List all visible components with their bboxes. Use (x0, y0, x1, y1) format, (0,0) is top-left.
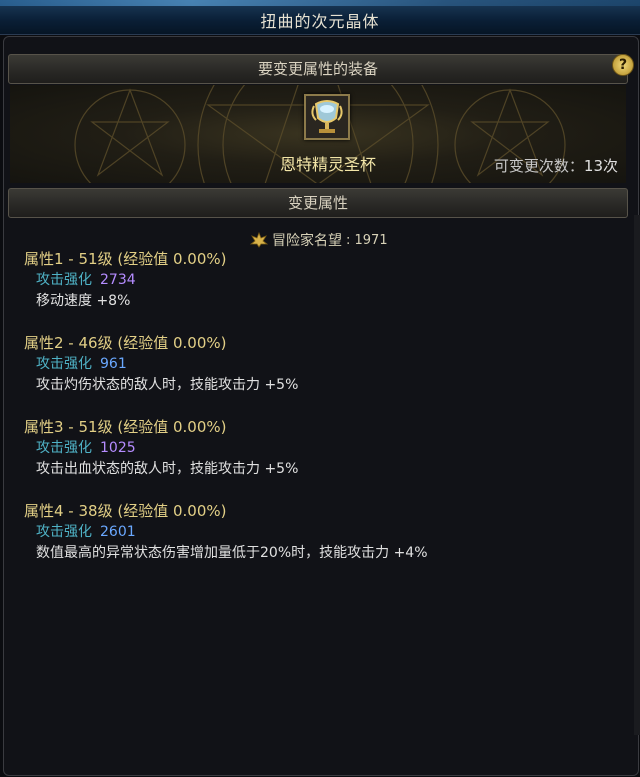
change-section-header: 变更属性 (8, 188, 628, 218)
change-count-colon: ： (568, 157, 584, 175)
item-name: 恩特精灵圣杯 (279, 155, 376, 174)
fame-label: 冒险家名望 (272, 233, 342, 249)
attack-boost-row: 攻击强化 1025 (24, 438, 298, 459)
fame-row: 冒险家名望 : 1971 (250, 230, 388, 250)
fame-value-wrap: : 1971 (346, 232, 388, 248)
attribute-title: 属性3 - 51级 (经验值 0.00%) (24, 418, 227, 436)
grail-icon (306, 96, 348, 138)
attribute-title: 属性2 - 46级 (经验值 0.00%) (24, 334, 227, 352)
attack-boost-label: 攻击强化 (36, 440, 92, 456)
help-icon[interactable]: ? (612, 54, 634, 76)
attack-boost-value: 2734 (100, 272, 136, 288)
attribute-effect: 移动速度 +8% (36, 293, 131, 309)
change-count-label: 可变更次数 (493, 157, 569, 175)
attribute-title: 属性1 - 51级 (经验值 0.00%) (24, 250, 227, 268)
attribute-title: 属性4 - 38级 (经验值 0.00%) (24, 502, 227, 520)
scrollbar[interactable] (634, 215, 640, 735)
attribute-4: 属性4 - 38级 (经验值 0.00%) 攻击强化 2601 数值最高的异常状态… (24, 500, 428, 564)
fame-value: 1971 (354, 232, 388, 248)
attribute-3: 属性3 - 51级 (经验值 0.00%) 攻击强化 1025 攻击出血状态的敌人… (24, 416, 298, 480)
attribute-1: 属性1 - 51级 (经验值 0.00%) 攻击强化 2734 移动速度 +8% (24, 248, 226, 312)
attack-boost-value: 2601 (100, 524, 136, 540)
attack-boost-value: 961 (100, 356, 127, 372)
attack-boost-row: 攻击强化 2601 (24, 522, 428, 543)
fame-emblem-icon (250, 232, 268, 248)
change-count-value: 13次 (583, 157, 618, 175)
equipment-slot[interactable] (304, 94, 350, 140)
equipment-display: 恩特精灵圣杯 可变更次数：13次 (10, 85, 626, 183)
titlebar-glow (0, 0, 640, 6)
window-title: 扭曲的次元晶体 (260, 12, 380, 31)
attack-boost-value: 1025 (100, 440, 136, 456)
window-titlebar[interactable]: 扭曲的次元晶体 (0, 0, 640, 35)
attribute-effect: 数值最高的异常状态伤害增加量低于20%时，技能攻击力 +4% (36, 545, 428, 561)
attribute-list: 冒险家名望 : 1971 属性1 - 51级 (经验值 0.00%) 攻击强化 2… (10, 226, 610, 746)
equip-section-header: 要变更属性的装备 (8, 54, 628, 84)
attack-boost-label: 攻击强化 (36, 272, 92, 288)
attribute-effect: 攻击灼伤状态的敌人时，技能攻击力 +5% (36, 377, 299, 393)
attack-boost-label: 攻击强化 (36, 524, 92, 540)
attack-boost-label: 攻击强化 (36, 356, 92, 372)
change-count: 可变更次数：13次 (494, 155, 618, 176)
attack-boost-row: 攻击强化 2734 (24, 270, 226, 291)
attribute-2: 属性2 - 46级 (经验值 0.00%) 攻击强化 961 攻击灼伤状态的敌人时… (24, 332, 298, 396)
attack-boost-row: 攻击强化 961 (24, 354, 298, 375)
attribute-effect: 攻击出血状态的敌人时，技能攻击力 +5% (36, 461, 299, 477)
